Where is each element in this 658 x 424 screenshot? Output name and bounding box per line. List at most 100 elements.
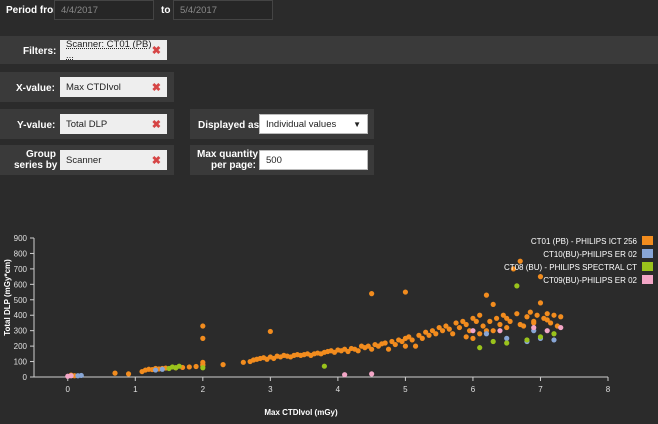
legend-swatch	[642, 275, 653, 284]
data-point-series-0	[537, 300, 544, 306]
data-point-series-0	[200, 335, 206, 341]
data-point-series-0	[524, 314, 530, 320]
data-point-series-2	[537, 334, 544, 340]
data-point-series-0	[463, 334, 469, 340]
filters-label: Filters:	[23, 46, 57, 57]
data-point-series-0	[490, 328, 496, 334]
data-point-series-2	[504, 340, 510, 346]
data-point-series-0	[412, 343, 419, 349]
data-point-series-0	[426, 332, 432, 338]
data-point-series-0	[267, 328, 273, 335]
data-point-series-3	[531, 324, 537, 331]
y-tick-label: 800	[14, 249, 28, 258]
data-point-series-3	[68, 373, 74, 379]
close-icon[interactable]: ✖	[152, 44, 161, 57]
x-tick-label: 6	[471, 385, 476, 394]
data-point-series-3	[470, 328, 476, 334]
legend-label: CT10(BU)-PHILIPS ER 02	[543, 250, 637, 259]
data-point-series-0	[456, 324, 463, 331]
group-text: Scanner	[66, 154, 102, 166]
y-tick-label: 300	[14, 327, 28, 336]
close-icon[interactable]: ✖	[152, 81, 161, 94]
data-point-series-2	[477, 345, 483, 351]
xvalue-select[interactable]: Max CTDIvol ✖	[60, 77, 167, 97]
data-point-series-0	[355, 348, 361, 354]
data-point-series-1	[78, 372, 84, 379]
data-point-series-0	[200, 359, 206, 365]
y-tick-label: 200	[14, 342, 28, 351]
data-point-series-0	[480, 323, 486, 329]
filter-chip-scanner[interactable]: Scanner: CT01 (PB) ... ✖	[60, 39, 167, 61]
data-point-series-3	[558, 324, 564, 331]
data-point-series-0	[527, 309, 533, 315]
y-tick-label: 700	[14, 265, 28, 274]
data-point-series-0	[470, 335, 476, 341]
x-tick-label: 0	[66, 385, 71, 394]
displayed-value: Individual values	[266, 118, 337, 130]
period-from-input[interactable]: 4/4/2017	[54, 0, 154, 20]
data-point-series-0	[558, 314, 564, 320]
data-point-series-0	[382, 340, 388, 346]
y-tick-label: 0	[23, 373, 28, 382]
scatter-chart: 0 100 200 300 400 500 600 700 800 900 0 1 2 3 4 5 6 7 8 Max…	[3, 234, 653, 417]
x-tick-label: 2	[201, 385, 206, 394]
x-tick-label: 1	[133, 385, 138, 394]
data-point-series-0	[544, 311, 550, 317]
data-point-series-0	[544, 317, 550, 323]
data-point-series-0	[385, 346, 392, 352]
data-point-series-3	[342, 372, 348, 378]
caret-down-icon: ▼	[353, 119, 361, 129]
y-tick-label: 100	[14, 358, 28, 367]
legend-swatch	[642, 236, 653, 245]
legend-label: CT01 (PB) - PHILIPS ICT 256	[531, 237, 638, 246]
data-point-series-3	[544, 328, 550, 334]
data-point-series-0	[531, 320, 537, 326]
data-point-series-0	[453, 320, 459, 326]
data-point-series-2	[176, 363, 182, 369]
data-point-series-0	[419, 335, 425, 341]
data-point-series-1	[504, 335, 510, 341]
legend-swatch	[642, 249, 653, 258]
yvalue-label: Y-value:	[17, 120, 56, 131]
yvalue-select[interactable]: Total DLP ✖	[60, 114, 167, 134]
data-point-series-0	[369, 291, 375, 297]
data-point-series-0	[409, 337, 415, 343]
data-point-series-3	[497, 328, 503, 334]
y-axis-title: Total DLP (mGy*cm)	[3, 259, 12, 336]
data-point-series-0	[450, 331, 456, 337]
data-point-series-0	[446, 326, 452, 332]
y-tick-label: 400	[14, 311, 28, 320]
x-tick-label: 3	[268, 385, 273, 394]
data-point-series-1	[483, 331, 490, 337]
data-point-series-0	[402, 343, 409, 349]
xvalue-label: X-value:	[16, 83, 55, 94]
x-tick-label: 4	[336, 385, 341, 394]
period-to-input[interactable]: 5/4/2017	[173, 0, 273, 20]
displayed-select[interactable]: Individual values ▼	[259, 114, 368, 134]
data-point-series-0	[483, 292, 490, 298]
data-point-series-0	[402, 289, 409, 295]
data-point-series-0	[497, 321, 503, 328]
data-point-series-0	[477, 331, 483, 337]
data-point-series-0	[477, 312, 483, 318]
data-point-series-0	[517, 321, 523, 328]
group-select[interactable]: Scanner ✖	[60, 150, 167, 170]
data-point-series-0	[392, 341, 398, 348]
data-point-series-0	[186, 364, 192, 370]
y-tick-label: 900	[14, 234, 28, 243]
data-point-series-2	[514, 283, 520, 289]
yvalue-text: Total DLP	[66, 118, 108, 130]
maxqty-input[interactable]: 500	[259, 150, 368, 170]
data-point-series-2	[524, 337, 530, 343]
data-point-series-0	[193, 363, 199, 370]
close-icon[interactable]: ✖	[152, 154, 161, 167]
data-point-series-0	[439, 328, 446, 334]
data-point-series-0	[534, 312, 540, 318]
data-point-series-0	[504, 324, 510, 331]
data-point-series-0	[200, 323, 206, 329]
data-point-series-2	[551, 331, 557, 337]
data-point-series-1	[159, 366, 165, 372]
filter-chip-text: Scanner: CT01 (PB) ...	[66, 39, 152, 61]
close-icon[interactable]: ✖	[152, 118, 161, 131]
xvalue-text: Max CTDIvol	[66, 81, 121, 93]
